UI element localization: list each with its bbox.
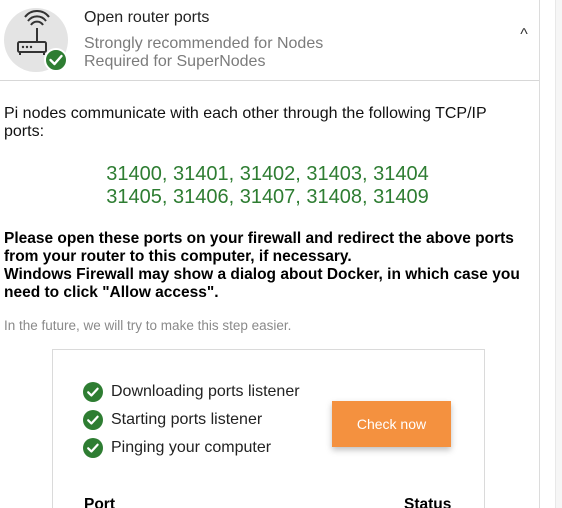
step-starting: Starting ports listener: [83, 409, 262, 431]
step-label: Pinging your computer: [111, 439, 272, 456]
ports-line-2: 31405, 31406, 31407, 31408, 31409: [106, 186, 429, 208]
check-circle-icon: [83, 438, 103, 458]
instruction-docker: Windows Firewall may show a dialog about…: [4, 266, 520, 301]
step-label: Downloading ports listener: [111, 383, 300, 400]
collapse-chevron-icon[interactable]: ^: [514, 25, 534, 45]
future-note: In the future, we will try to make this …: [4, 318, 292, 333]
step-pinging: Pinging your computer: [83, 437, 271, 459]
instructions: Please open these ports on your firewall…: [4, 230, 536, 302]
port-checker-card: Downloading ports listener Starting port…: [52, 349, 485, 508]
section-title: Open router ports: [84, 9, 210, 26]
section-header[interactable]: Open router ports Strongly recommended f…: [0, 0, 539, 81]
table-header-port: Port: [84, 496, 115, 508]
check-badge-icon: [44, 48, 68, 72]
router-wifi-icon: [4, 8, 68, 72]
intro-text: Pi nodes communicate with each other thr…: [4, 105, 487, 140]
section-subtitle-supernodes: Required for SuperNodes: [84, 53, 266, 70]
step-label: Starting ports listener: [111, 411, 263, 428]
scrollbar[interactable]: [555, 0, 562, 508]
ports-line-1: 31400, 31401, 31402, 31403, 31404: [106, 163, 429, 185]
instruction-firewall: Please open these ports on your firewall…: [4, 230, 514, 265]
section-subtitle-nodes: Strongly recommended for Nodes: [84, 35, 324, 52]
router-ports-panel: Open router ports Strongly recommended f…: [0, 0, 540, 508]
check-now-button[interactable]: Check now: [332, 401, 451, 447]
table-header-status: Status: [404, 496, 452, 508]
step-downloading: Downloading ports listener: [83, 381, 300, 403]
check-circle-icon: [83, 410, 103, 430]
ports-list: 31400, 31401, 31402, 31403, 31404 31405,…: [0, 163, 535, 209]
check-circle-icon: [83, 382, 103, 402]
